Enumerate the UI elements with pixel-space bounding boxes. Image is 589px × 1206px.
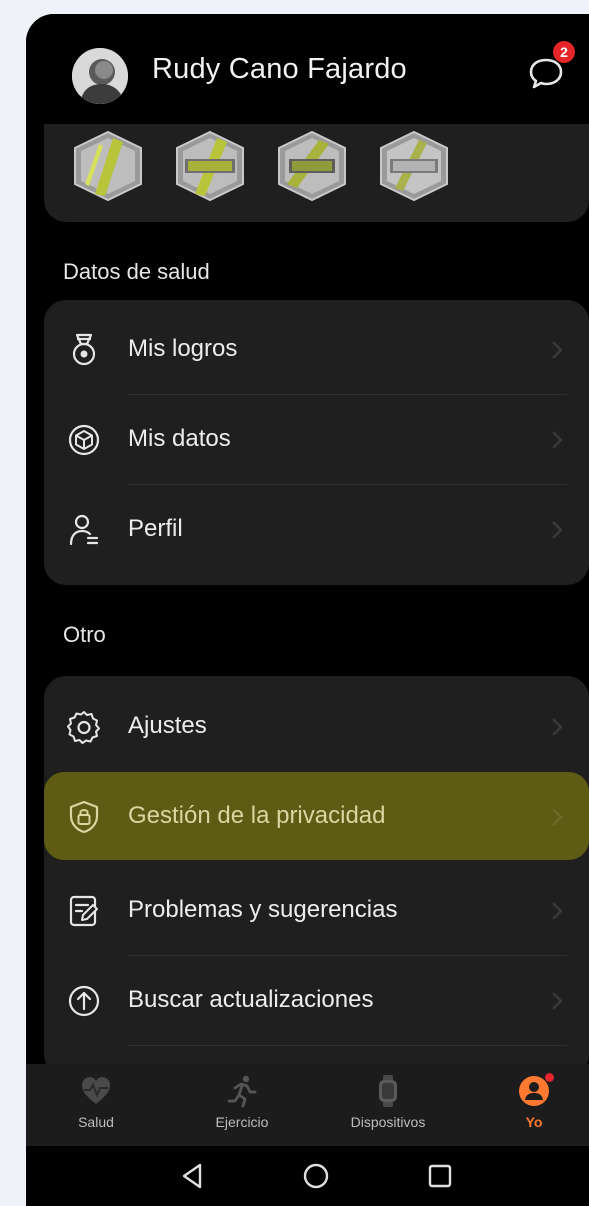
menu-item-label: Buscar actualizaciones bbox=[128, 986, 374, 1013]
running-icon bbox=[225, 1074, 259, 1108]
chevron-right-icon bbox=[549, 427, 565, 453]
section-title-other: Otro bbox=[63, 622, 106, 647]
nav-tab-yo[interactable]: Yo bbox=[479, 1074, 589, 1144]
nav-tab-salud[interactable]: Salud bbox=[41, 1074, 151, 1144]
medal-icon bbox=[66, 332, 102, 368]
watch-icon bbox=[371, 1074, 405, 1108]
menu-item-label: Gestión de la privacidad bbox=[128, 802, 386, 829]
menu-item-ajustes[interactable]: Ajustes bbox=[44, 682, 589, 772]
menu-item-label: Mis datos bbox=[128, 425, 231, 452]
chevron-right-icon bbox=[549, 714, 565, 740]
other-card: Ajustes Gestión de la privacidad Problem… bbox=[44, 676, 589, 1076]
menu-item-mis-logros[interactable]: Mis logros bbox=[44, 305, 589, 395]
shield-lock-icon bbox=[66, 799, 102, 835]
avatar[interactable] bbox=[72, 48, 128, 104]
profile-icon bbox=[66, 512, 102, 548]
home-icon[interactable] bbox=[300, 1160, 332, 1192]
menu-item-mis-datos[interactable]: Mis datos bbox=[44, 395, 589, 485]
menu-item-problemas-sugerencias[interactable]: Problemas y sugerencias bbox=[44, 866, 589, 956]
medal-badge-2[interactable] bbox=[171, 130, 249, 202]
menu-item-label: Problemas y sugerencias bbox=[128, 896, 398, 923]
recents-icon[interactable] bbox=[424, 1160, 456, 1192]
menu-item-perfil[interactable]: Perfil bbox=[44, 485, 589, 575]
menu-item-buscar-actualizaciones[interactable]: Buscar actualizaciones bbox=[44, 956, 589, 1046]
system-nav-bar bbox=[26, 1146, 589, 1206]
health-card: Mis logros Mis datos Perfil bbox=[44, 300, 589, 585]
section-title-health: Datos de salud bbox=[63, 259, 210, 284]
user-name[interactable]: Rudy Cano Fajardo bbox=[152, 53, 407, 86]
chevron-right-icon bbox=[549, 337, 565, 363]
notification-badge: 2 bbox=[553, 41, 575, 63]
bottom-nav: Salud Ejercicio Dispositivos Yo bbox=[26, 1064, 589, 1146]
phone-screen: Rudy Cano Fajardo 2 Datos de salud Mis l… bbox=[26, 14, 589, 1206]
menu-item-label: Mis logros bbox=[128, 335, 238, 362]
back-icon[interactable] bbox=[176, 1160, 208, 1192]
nav-tab-label: Ejercicio bbox=[215, 1114, 269, 1130]
medals-card[interactable] bbox=[44, 124, 589, 222]
chevron-right-icon bbox=[549, 804, 565, 830]
medal-badge-3[interactable] bbox=[273, 130, 351, 202]
profile-header: Rudy Cano Fajardo 2 bbox=[26, 14, 589, 124]
nav-tab-label: Salud bbox=[78, 1114, 114, 1130]
menu-item-label: Perfil bbox=[128, 515, 183, 542]
menu-item-gestion-privacidad[interactable]: Gestión de la privacidad bbox=[44, 772, 589, 860]
feedback-icon bbox=[66, 893, 102, 929]
gear-icon bbox=[66, 709, 102, 745]
nav-tab-label: Dispositivos bbox=[350, 1114, 426, 1130]
nav-tab-label: Yo bbox=[525, 1114, 543, 1130]
chevron-right-icon bbox=[549, 898, 565, 924]
medal-badge-1[interactable] bbox=[69, 130, 147, 202]
nav-tab-ejercicio[interactable]: Ejercicio bbox=[187, 1074, 297, 1144]
upload-circle-icon bbox=[66, 983, 102, 1019]
nav-notification-dot bbox=[545, 1073, 554, 1082]
nav-tab-dispositivos[interactable]: Dispositivos bbox=[333, 1074, 443, 1144]
menu-item-label: Ajustes bbox=[128, 712, 207, 739]
chevron-right-icon bbox=[549, 988, 565, 1014]
heart-icon bbox=[79, 1074, 113, 1108]
cube-icon bbox=[66, 422, 102, 458]
divider bbox=[128, 1045, 567, 1046]
chevron-right-icon bbox=[549, 517, 565, 543]
medal-badge-4[interactable] bbox=[375, 130, 453, 202]
